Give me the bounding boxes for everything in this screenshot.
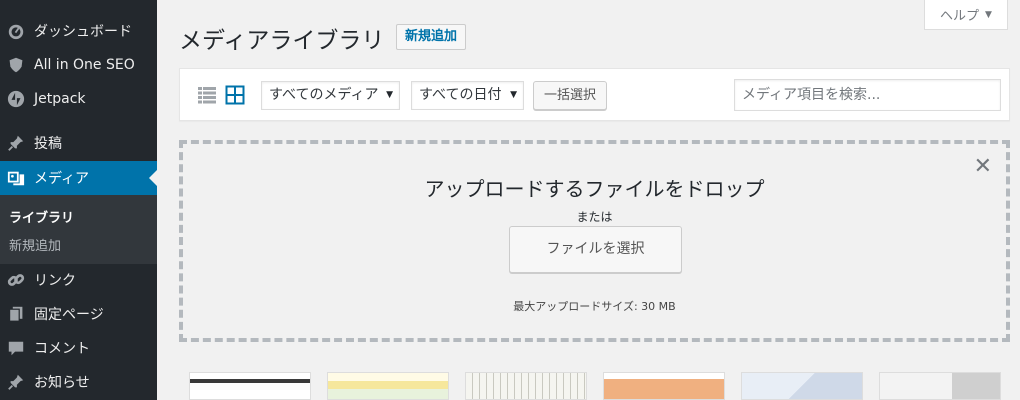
select-files-button[interactable]: ファイルを選択: [509, 226, 682, 273]
media-toolbar: すべてのメディア ▼ すべての日付 ▼ 一括選択 メディア項目を検索...: [179, 68, 1010, 121]
chevron-down-icon: ▼: [510, 90, 517, 100]
add-new-button[interactable]: 新規追加: [396, 24, 467, 50]
submenu-item-add-new[interactable]: 新規追加: [9, 235, 61, 254]
date-value: すべての日付: [419, 87, 502, 103]
sidebar-item-media[interactable]: メディア: [0, 161, 157, 195]
grid-view-icon[interactable]: [225, 85, 245, 105]
sidebar-item-links[interactable]: リンク: [0, 263, 157, 297]
sidebar-item-posts[interactable]: 投稿: [0, 126, 157, 160]
page-title: メディアライブラリ: [179, 28, 385, 54]
sidebar-item-label: お知らせ: [34, 375, 90, 391]
sidebar-item-all-in-one-seo[interactable]: All in One SEO: [0, 48, 157, 82]
media-thumbnail[interactable]: [465, 372, 587, 400]
sidebar-item-notices[interactable]: お知らせ: [0, 365, 157, 399]
list-view-icon[interactable]: [197, 85, 217, 105]
sidebar-item-label: 固定ページ: [34, 307, 104, 323]
sidebar-item-label: 投稿: [34, 136, 62, 152]
sidebar-item-label: コメント: [34, 341, 90, 357]
pin-icon: [6, 133, 26, 153]
sidebar-item-label: ダッシュボード: [34, 24, 132, 40]
sidebar-item-label: メディア: [34, 171, 90, 187]
media-type-select[interactable]: すべてのメディア ▼: [261, 81, 400, 110]
help-label: ヘルプ: [940, 9, 980, 24]
help-tab[interactable]: ヘルプ ▼: [924, 0, 1008, 30]
media-thumbnail[interactable]: [189, 372, 311, 400]
sidebar-item-comments[interactable]: コメント: [0, 331, 157, 365]
or-text: または: [576, 210, 613, 224]
media-thumbnail[interactable]: [741, 372, 863, 400]
comment-icon: [6, 338, 26, 358]
shield-icon: [6, 55, 26, 75]
media-search-input[interactable]: メディア項目を検索...: [734, 79, 1001, 111]
sidebar-item-dashboard[interactable]: ダッシュボード: [0, 14, 157, 48]
bulk-select-button[interactable]: 一括選択: [533, 81, 607, 110]
sidebar-item-label: Jetpack: [34, 91, 86, 107]
max-upload-size: 最大アップロードサイズ: 30 MB: [513, 300, 676, 313]
page-icon: [6, 304, 26, 324]
date-select[interactable]: すべての日付 ▼: [411, 81, 524, 110]
sidebar-item-jetpack[interactable]: Jetpack: [0, 82, 157, 116]
sidebar-item-label: リンク: [34, 273, 76, 289]
drop-title: アップロードするファイルをドロップ: [424, 177, 765, 201]
link-icon: [6, 270, 26, 290]
pin-icon: [6, 372, 26, 392]
caret-down-icon: ▼: [985, 9, 992, 20]
media-icon: [6, 168, 26, 188]
media-thumbnail[interactable]: [879, 372, 1001, 400]
upload-drop-zone[interactable]: ✕ アップロードするファイルをドロップ または ファイルを選択 最大アップロード…: [179, 140, 1010, 342]
chevron-down-icon: ▼: [386, 90, 393, 100]
media-thumbnail[interactable]: [327, 372, 449, 400]
dashboard-icon: [6, 21, 26, 41]
jetpack-icon: [6, 89, 26, 109]
sidebar-item-label: All in One SEO: [34, 57, 135, 73]
sidebar-item-pages[interactable]: 固定ページ: [0, 297, 157, 331]
media-thumbnail[interactable]: [603, 372, 725, 400]
media-submenu: ライブラリ 新規追加: [0, 195, 157, 264]
media-type-value: すべてのメディア: [269, 87, 379, 103]
admin-sidebar: ダッシュボード All in One SEO Jetpack 投稿 メディア ラ…: [0, 0, 157, 400]
submenu-item-library[interactable]: ライブラリ: [9, 207, 74, 226]
